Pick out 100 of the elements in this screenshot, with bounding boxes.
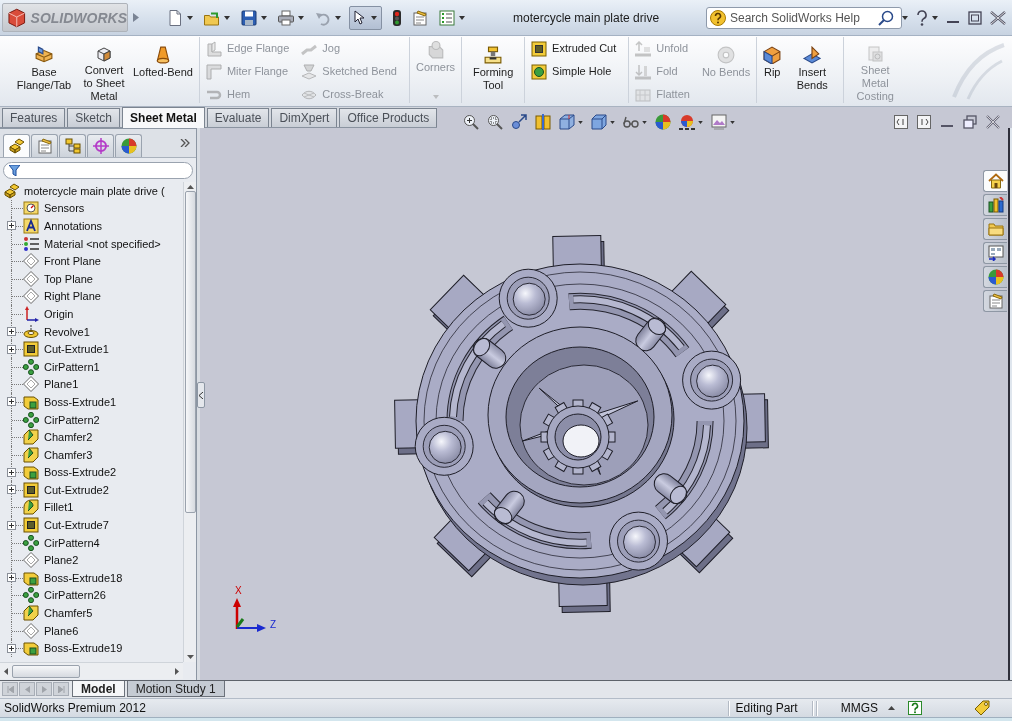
tree-item[interactable]: Boss-Extrude18: [44, 571, 123, 584]
tree-item[interactable]: Chamfer5: [44, 607, 93, 620]
search-field[interactable]: Search SolidWorks Help: [706, 6, 902, 29]
model-tab[interactable]: Model: [72, 681, 125, 697]
select-button[interactable]: [349, 5, 382, 30]
zoom-to-fit-icon[interactable]: [463, 114, 480, 130]
panel-tab[interactable]: [115, 134, 142, 157]
previous-view-icon[interactable]: [511, 114, 528, 130]
task-pane-tab[interactable]: [983, 242, 1007, 264]
options-icon[interactable]: [439, 9, 455, 26]
unit-system[interactable]: MMGS: [840, 701, 878, 715]
scroll-up-icon[interactable]: [186, 185, 194, 189]
tree-item[interactable]: Material <not specified>: [44, 237, 161, 250]
horizontal-scrollbar[interactable]: [0, 662, 183, 679]
caret-icon[interactable]: [459, 15, 465, 20]
printer-icon[interactable]: [278, 9, 294, 26]
expand-icon[interactable]: [6, 397, 16, 407]
caret-icon[interactable]: [224, 15, 230, 20]
expand-icon[interactable]: [6, 520, 16, 530]
scroll-right-icon[interactable]: [175, 667, 179, 675]
caret-icon[interactable]: [261, 15, 267, 20]
file-properties-icon[interactable]: [412, 9, 428, 26]
tree-item[interactable]: Origin: [44, 307, 74, 320]
task-pane-tab[interactable]: [983, 170, 1007, 192]
flyout-arrow-icon[interactable]: [133, 13, 139, 22]
ribbon-button[interactable]: Rip: [760, 37, 785, 103]
close-icon[interactable]: [986, 115, 1000, 129]
command-tab[interactable]: Sketch: [67, 108, 121, 127]
command-tab[interactable]: Sheet Metal: [122, 107, 205, 128]
tree-item[interactable]: Cut-Extrude1: [44, 343, 109, 356]
tree-item[interactable]: Plane6: [44, 624, 79, 637]
scroll-down-icon[interactable]: [186, 655, 194, 659]
command-tab[interactable]: Office Products: [339, 108, 438, 127]
ribbon-button[interactable]: Convert to Sheet Metal: [78, 37, 130, 103]
tree-item[interactable]: Boss-Extrude19: [44, 642, 123, 655]
tile-left-icon[interactable]: [894, 115, 908, 129]
ribbon-button[interactable]: Simple Hole: [528, 60, 620, 83]
ribbon-button[interactable]: Base Flange/Tab: [10, 37, 78, 103]
tree-item[interactable]: Cut-Extrude7: [44, 519, 109, 532]
ribbon-button[interactable]: Insert Bends: [784, 37, 841, 103]
tree-item[interactable]: Chamfer2: [44, 431, 93, 444]
restore-icon[interactable]: [963, 115, 977, 129]
ribbon-button[interactable]: Forming Tool: [465, 37, 522, 103]
task-pane-tab[interactable]: [983, 194, 1007, 216]
scrollbar-thumb[interactable]: [12, 664, 80, 678]
caret-icon[interactable]: [698, 120, 704, 124]
tree-item[interactable]: Sensors: [44, 202, 85, 215]
restore-icon[interactable]: [968, 10, 982, 25]
tree-item[interactable]: Boss-Extrude1: [44, 395, 117, 408]
ribbon-button[interactable]: Lofted-Bend: [130, 37, 196, 103]
display-style-icon[interactable]: [591, 114, 608, 130]
task-pane-tab[interactable]: [983, 266, 1007, 288]
help-icon[interactable]: [908, 701, 922, 715]
tree-item[interactable]: Plane1: [44, 378, 79, 391]
tree-item[interactable]: CirPattern26: [44, 589, 106, 602]
command-tab[interactable]: Features: [2, 108, 66, 127]
help-icon[interactable]: [916, 9, 928, 26]
tree-item[interactable]: motercycle main plate drive (: [24, 184, 165, 197]
panel-tab[interactable]: [59, 134, 86, 157]
vertical-scrollbar[interactable]: [183, 182, 196, 662]
glasses-icon[interactable]: [623, 114, 640, 130]
caret-icon[interactable]: [610, 120, 616, 124]
tile-right-icon[interactable]: [917, 115, 931, 129]
expand-icon[interactable]: [6, 344, 16, 354]
command-tab[interactable]: DimXpert: [271, 108, 338, 127]
expand-icon[interactable]: [6, 485, 16, 495]
search-icon[interactable]: [878, 9, 894, 26]
panel-tab[interactable]: [87, 134, 114, 157]
tree-item[interactable]: Top Plane: [44, 272, 93, 285]
scroll-left-icon[interactable]: [4, 667, 8, 675]
double-chevron-icon[interactable]: [180, 139, 190, 147]
panel-tab[interactable]: [3, 134, 30, 157]
tree-item[interactable]: CirPattern1: [44, 360, 100, 373]
expand-icon[interactable]: [6, 327, 16, 337]
tree-item[interactable]: Fillet1: [44, 501, 74, 514]
tree-item[interactable]: CirPattern2: [44, 413, 100, 426]
model-tab[interactable]: Motion Study 1: [126, 681, 225, 697]
caret-icon[interactable]: [298, 15, 304, 20]
caret-icon[interactable]: [187, 15, 193, 20]
tree-item[interactable]: Cut-Extrude2: [44, 483, 109, 496]
panel-tab[interactable]: [31, 134, 58, 157]
caret-icon[interactable]: [730, 120, 736, 124]
tag-icon[interactable]: [974, 700, 990, 716]
caret-icon[interactable]: [932, 15, 938, 20]
scene-icon[interactable]: [679, 114, 696, 130]
collapse-handle[interactable]: [197, 382, 205, 408]
expand-icon[interactable]: [6, 643, 16, 653]
caret-icon[interactable]: [902, 15, 908, 20]
close-icon[interactable]: [990, 10, 1006, 25]
expand-icon[interactable]: [6, 221, 16, 231]
section-view-icon[interactable]: [535, 114, 552, 130]
command-tab[interactable]: Evaluate: [206, 108, 270, 127]
tree-item[interactable]: Boss-Extrude2: [44, 466, 117, 479]
caret-icon[interactable]: [335, 15, 341, 20]
caret-icon[interactable]: [642, 120, 648, 124]
caret-icon[interactable]: [578, 120, 584, 124]
tree-item[interactable]: Annotations: [44, 220, 103, 232]
appearance-icon[interactable]: [655, 114, 672, 130]
save-icon[interactable]: [241, 9, 257, 26]
tree-item[interactable]: CirPattern4: [44, 536, 100, 549]
